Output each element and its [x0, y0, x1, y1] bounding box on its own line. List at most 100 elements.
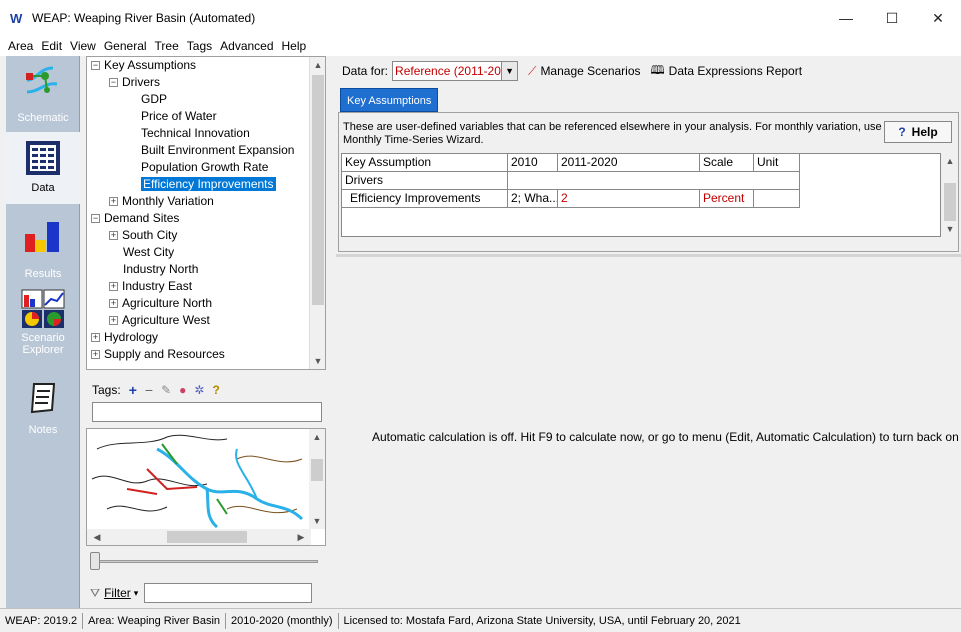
menu-view[interactable]: View: [70, 39, 96, 53]
view-scenario-explorer[interactable]: Scenario Explorer: [6, 288, 80, 364]
filter-dropdown-icon[interactable]: ▾: [134, 588, 139, 599]
tree-item[interactable]: Technical Innovation: [141, 125, 250, 142]
tree-item[interactable]: + South City: [109, 227, 177, 244]
expand-icon[interactable]: +: [91, 350, 100, 360]
scroll-up-icon[interactable]: ▲: [309, 429, 325, 445]
scrollbar-thumb[interactable]: [944, 183, 956, 221]
menu-tree[interactable]: Tree: [155, 39, 179, 53]
panel-splitter[interactable]: [336, 254, 961, 257]
scroll-up-icon[interactable]: ▲: [310, 57, 325, 73]
view-data[interactable]: Data: [6, 132, 80, 204]
data-expressions-report-button[interactable]: 🕮 Data Expressions Report: [651, 61, 803, 82]
grid-header-cell[interactable]: 2011-2020: [558, 154, 700, 172]
help-button[interactable]: ? Help: [884, 121, 952, 143]
grid-scrollbar[interactable]: ▲ ▼: [942, 153, 958, 237]
tree-item-selected[interactable]: Efficiency Improvements: [141, 176, 276, 193]
grid-row-name: Efficiency Improvements: [342, 190, 508, 208]
grid-cell-2011-2020[interactable]: 2: [558, 190, 700, 208]
grid-header-cell[interactable]: Scale: [700, 154, 754, 172]
tree-item[interactable]: + Supply and Resources: [91, 346, 225, 363]
tree-item[interactable]: West City: [123, 244, 174, 261]
tree-item[interactable]: − Drivers: [109, 74, 160, 91]
tree-item[interactable]: Population Growth Rate: [141, 159, 268, 176]
menu-help[interactable]: Help: [282, 39, 307, 53]
map-vertical-scrollbar[interactable]: ▲ ▼: [309, 429, 325, 529]
data-tree[interactable]: − Key Assumptions − Drivers GDP Price of W…: [86, 56, 326, 370]
scroll-right-icon[interactable]: ▶: [293, 529, 309, 545]
grid-cell-unit[interactable]: [754, 190, 800, 208]
tree-item[interactable]: Price of Water: [141, 108, 217, 125]
zoom-slider[interactable]: [86, 548, 326, 572]
grid-header-cell[interactable]: Key Assumption: [342, 154, 508, 172]
tree-item[interactable]: − Key Assumptions: [91, 57, 196, 74]
expand-icon[interactable]: +: [109, 231, 118, 241]
expand-icon[interactable]: +: [91, 333, 100, 343]
title-bar: W WEAP: Weaping River Basin (Automated) …: [0, 0, 961, 36]
menu-edit[interactable]: Edit: [41, 39, 62, 53]
filter-icon[interactable]: ⛛: [90, 586, 100, 601]
menu-tags[interactable]: Tags: [187, 39, 212, 53]
scrollbar-thumb[interactable]: [311, 459, 323, 481]
tab-key-assumptions[interactable]: Key Assumptions: [340, 88, 439, 112]
menu-advanced[interactable]: Advanced: [220, 39, 273, 53]
tree-item[interactable]: − Demand Sites: [91, 210, 179, 227]
maximize-button[interactable]: ☐: [869, 0, 915, 36]
expand-icon[interactable]: +: [109, 282, 118, 292]
expand-icon[interactable]: +: [109, 299, 118, 309]
tree-item[interactable]: + Industry East: [109, 278, 192, 295]
menu-bar: Area Edit View General Tree Tags Advance…: [0, 36, 961, 56]
manage-scenarios-button[interactable]: ⟋ Manage Scenarios: [528, 64, 640, 79]
view-results[interactable]: Results: [6, 216, 80, 284]
chevron-down-icon[interactable]: ▼: [502, 61, 519, 81]
remove-tag-icon[interactable]: −: [145, 382, 153, 398]
tree-item[interactable]: + Hydrology: [91, 329, 158, 346]
tree-scrollbar[interactable]: ▲ ▼: [309, 57, 325, 369]
grid-header-cell[interactable]: Unit: [754, 154, 800, 172]
tag-settings-icon[interactable]: ✲: [194, 383, 204, 397]
tree-item[interactable]: + Agriculture West: [109, 312, 210, 329]
tree-item[interactable]: + Monthly Variation: [109, 193, 214, 210]
scrollbar-thumb[interactable]: [167, 531, 247, 543]
scroll-down-icon[interactable]: ▼: [310, 353, 325, 369]
expand-icon[interactable]: +: [109, 197, 118, 207]
map-horizontal-scrollbar[interactable]: ◀ ▶: [87, 529, 311, 545]
tags-input[interactable]: [92, 402, 322, 422]
collapse-icon[interactable]: −: [109, 78, 118, 88]
tree-item[interactable]: GDP: [141, 91, 167, 108]
book-icon: 🕮: [650, 62, 665, 77]
scroll-up-icon[interactable]: ▲: [942, 153, 958, 169]
window-title: WEAP: Weaping River Basin (Automated): [32, 11, 256, 25]
tag-help-icon[interactable]: ?: [212, 383, 219, 397]
scroll-down-icon[interactable]: ▼: [309, 513, 325, 529]
table-row[interactable]: Efficiency Improvements 2; Wha... 2 Perc…: [342, 190, 800, 208]
scenario-select[interactable]: Reference (2011-2020): [392, 61, 503, 81]
close-button[interactable]: ✕: [915, 0, 961, 36]
expand-icon[interactable]: +: [109, 316, 118, 326]
view-notes[interactable]: Notes: [6, 378, 80, 438]
scroll-left-icon[interactable]: ◀: [89, 529, 105, 545]
grid-cell-scale[interactable]: Percent: [700, 190, 754, 208]
collapse-icon[interactable]: −: [91, 61, 100, 71]
add-tag-icon[interactable]: +: [129, 382, 137, 398]
overview-map[interactable]: ▲ ▼ ◀ ▶: [86, 428, 326, 546]
slider-knob[interactable]: [90, 552, 100, 570]
minimize-button[interactable]: —: [823, 0, 869, 36]
tree-item[interactable]: Industry North: [123, 261, 198, 278]
grid-group-row: Drivers: [342, 172, 800, 190]
scrollbar-thumb[interactable]: [312, 75, 324, 305]
tag-pencil-icon[interactable]: ✎: [161, 383, 171, 397]
status-period: 2010-2020 (monthly): [226, 612, 339, 629]
grid-cell-2010[interactable]: 2; Wha...: [508, 190, 558, 208]
tree-item[interactable]: Built Environment Expansion: [141, 142, 294, 159]
tree-item[interactable]: + Agriculture North: [109, 295, 212, 312]
results-chart-icon: [23, 216, 63, 256]
filter-input[interactable]: [144, 583, 313, 603]
scroll-down-icon[interactable]: ▼: [942, 221, 958, 237]
view-schematic[interactable]: Schematic: [6, 60, 80, 128]
filter-label[interactable]: Filter: [104, 586, 131, 600]
grid-header-cell[interactable]: 2010: [508, 154, 558, 172]
menu-general[interactable]: General: [104, 39, 147, 53]
collapse-icon[interactable]: −: [91, 214, 100, 224]
tag-palette-icon[interactable]: ●: [179, 383, 186, 397]
menu-area[interactable]: Area: [8, 39, 33, 53]
